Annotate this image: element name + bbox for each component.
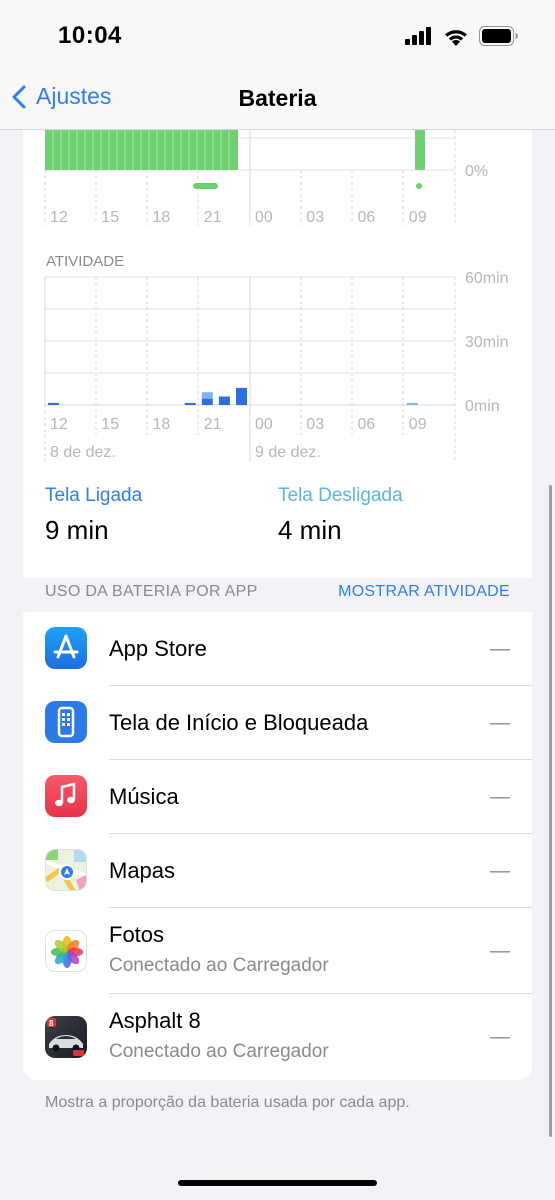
- x-tick-label: 09: [409, 416, 427, 433]
- section-title: USO DA BATERIA POR APP: [45, 583, 258, 600]
- list-item[interactable]: App Store —: [23, 612, 532, 686]
- battery-y-label: 0%: [465, 163, 488, 180]
- app-usage-value: —: [490, 786, 510, 808]
- app-usage-value: —: [490, 860, 510, 882]
- activity-bar: [406, 402, 418, 405]
- status-time: 10:04: [58, 22, 122, 49]
- app-usage-list: App Store — Tela de Início e Bloqueada —…: [23, 612, 532, 1080]
- app-name: Mapas: [109, 858, 176, 883]
- app-name: Música: [109, 784, 179, 809]
- battery-level-chart: 0% 12 15 18 21 00 03 06 09: [44, 130, 488, 226]
- activity-bar: [184, 402, 196, 405]
- x-tick-label: 06: [358, 209, 376, 226]
- music-icon: [45, 775, 87, 817]
- battery-activity-charts: 0% 12 15 18 21 00 03 06 09 ATIVIDADE 60min 30mi…: [44, 130, 509, 462]
- app-usage-value: —: [490, 940, 510, 962]
- x-tick-label: 03: [306, 416, 324, 433]
- x-tick-label: 21: [204, 416, 222, 433]
- x-tick-label: 21: [204, 209, 222, 226]
- activity-bar: [201, 392, 213, 399]
- battery-icon: [479, 26, 518, 46]
- activity-y-label: 60min: [465, 270, 509, 287]
- date-label: 8 de dez.: [50, 444, 116, 461]
- status-bar: 10:04: [0, 0, 555, 75]
- activity-chart-title: ATIVIDADE: [46, 253, 124, 270]
- screen-on-label: Tela Ligada: [45, 485, 143, 506]
- x-tick-label: 03: [306, 209, 324, 226]
- battery-charging-marker: [416, 183, 422, 189]
- usage-card: 0% 12 15 18 21 00 03 06 09 ATIVIDADE 60min 30mi…: [23, 130, 532, 578]
- list-item[interactable]: Mapas —: [23, 834, 532, 908]
- activity-bar: [218, 396, 230, 405]
- app-usage-value: —: [490, 638, 510, 660]
- app-usage-value: —: [490, 712, 510, 734]
- app-store-icon: [45, 627, 87, 669]
- app-name: Fotos: [109, 922, 165, 947]
- battery-bar: [415, 130, 425, 170]
- screen-off-stat: Tela Desligada 4 min: [278, 485, 403, 546]
- wifi-icon: [445, 30, 467, 46]
- photos-icon: [45, 930, 87, 972]
- activity-chart: ATIVIDADE 60min 30min 0min 12 15 18 21 00 03 0…: [44, 253, 509, 462]
- home-lock-screen-icon: [45, 701, 87, 743]
- x-tick-label: 15: [101, 416, 119, 433]
- x-tick-label: 00: [255, 209, 273, 226]
- screen-off-label: Tela Desligada: [278, 485, 403, 506]
- battery-charging-marker: [193, 183, 218, 189]
- list-item[interactable]: 8 Asphalt 8 Conectado ao Carregador —: [23, 994, 532, 1080]
- app-subtitle: Conectado ao Carregador: [109, 955, 329, 976]
- status-icons: [405, 26, 519, 46]
- show-activity-button[interactable]: MOSTRAR ATIVIDADE: [338, 583, 510, 601]
- app-name: Asphalt 8: [109, 1008, 201, 1033]
- x-tick-label: 00: [255, 416, 273, 433]
- activity-bar: [201, 398, 213, 405]
- page-title: Bateria: [238, 85, 317, 111]
- list-item[interactable]: Música —: [23, 760, 532, 834]
- section-header: USO DA BATERIA POR APP MOSTRAR ATIVIDADE: [45, 583, 510, 601]
- svg-text:8: 8: [49, 1019, 54, 1028]
- x-tick-label: 18: [153, 416, 171, 433]
- asphalt-8-icon: 8: [45, 1016, 87, 1058]
- x-tick-label: 12: [50, 209, 68, 226]
- screen-off-value: 4 min: [278, 515, 342, 545]
- activity-y-label: 0min: [465, 398, 500, 415]
- app-usage-value: —: [490, 1026, 510, 1048]
- x-tick-label: 06: [358, 416, 376, 433]
- navigation-bar: Ajustes Bateria: [0, 75, 555, 130]
- scrollbar[interactable]: [549, 485, 552, 1137]
- footer-note: Mostra a proporção da bateria usada por …: [45, 1094, 410, 1111]
- x-tick-label: 12: [50, 416, 68, 433]
- app-name: App Store: [109, 636, 207, 661]
- app-subtitle: Conectado ao Carregador: [109, 1041, 329, 1062]
- list-item[interactable]: Fotos Conectado ao Carregador —: [23, 908, 532, 994]
- cellular-signal-icon: [405, 27, 431, 45]
- x-tick-label: 15: [101, 209, 119, 226]
- activity-bar: [236, 387, 247, 405]
- app-name: Tela de Início e Bloqueada: [109, 710, 369, 735]
- list-item[interactable]: Tela de Início e Bloqueada —: [23, 686, 532, 760]
- date-label: 9 de dez.: [255, 444, 321, 461]
- home-indicator[interactable]: [178, 1180, 377, 1186]
- activity-y-label: 30min: [465, 334, 509, 351]
- screen-on-value: 9 min: [45, 515, 109, 545]
- x-tick-label: 18: [153, 209, 171, 226]
- screen-on-stat: Tela Ligada 9 min: [45, 485, 142, 546]
- x-tick-label: 09: [409, 209, 427, 226]
- maps-icon: [45, 849, 87, 891]
- activity-bar: [48, 402, 59, 405]
